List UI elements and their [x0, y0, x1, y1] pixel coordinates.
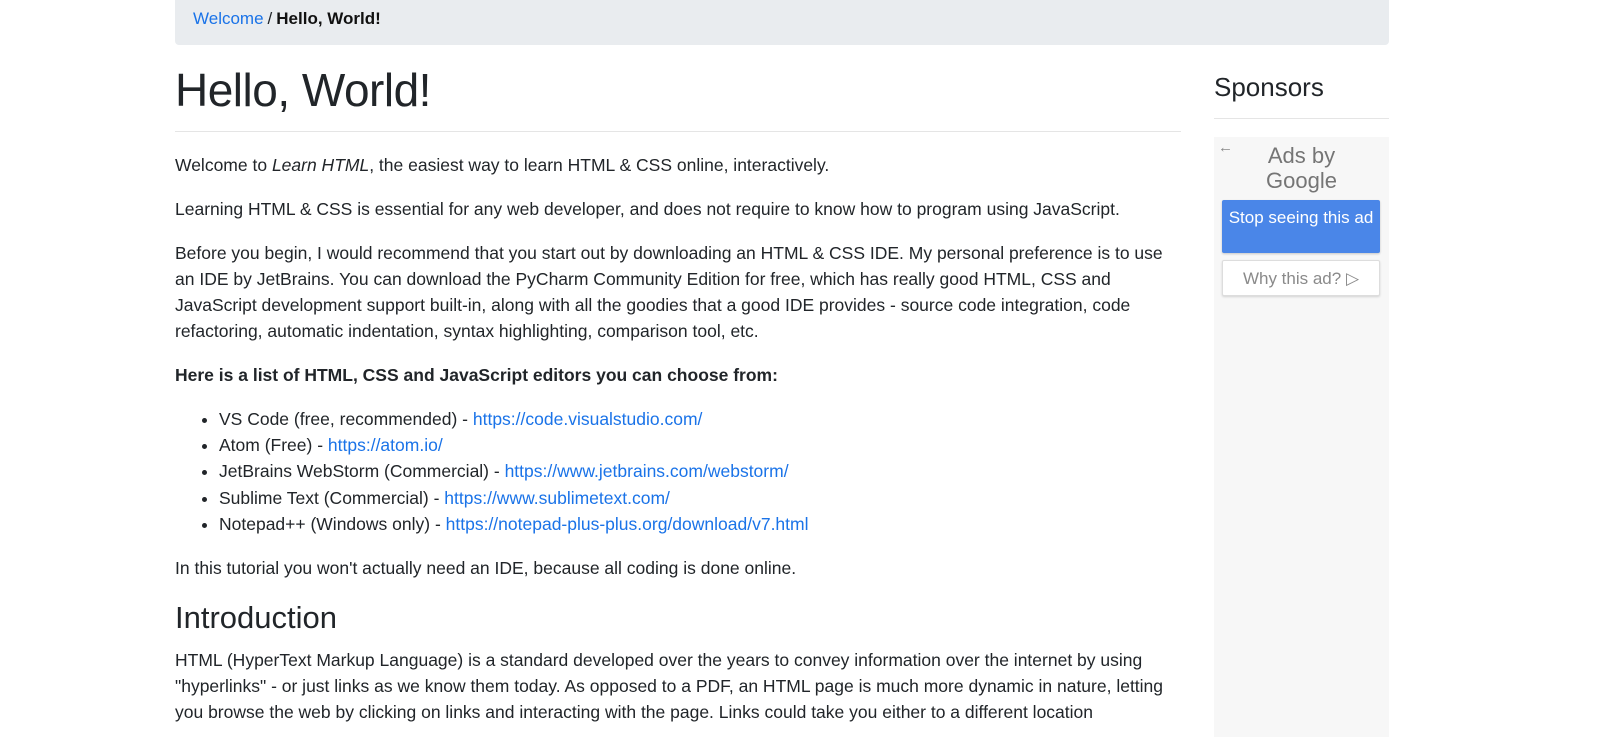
intro-suffix: , the easiest way to learn HTML & CSS on…	[369, 155, 830, 175]
sponsors-title: Sponsors	[1214, 60, 1389, 119]
paragraph-essential: Learning HTML & CSS is essential for any…	[175, 199, 1120, 219]
intro-emphasis: Learn HTML	[271, 155, 370, 175]
intro-paragraph: Welcome to Learn HTML, the easiest way t…	[175, 152, 1181, 178]
editor-link[interactable]: https://code.visualstudio.com/	[473, 409, 703, 429]
editor-name: VS Code (free, recommended) -	[219, 409, 473, 429]
intro-prefix: Welcome to	[175, 155, 272, 175]
breadcrumb-welcome-link[interactable]: Welcome	[193, 9, 264, 28]
breadcrumb-current: Hello, World!	[276, 9, 381, 28]
editor-link[interactable]: https://atom.io/	[328, 435, 443, 455]
page-title: Hello, World!	[175, 60, 1181, 132]
breadcrumb-separator: /	[267, 9, 273, 28]
stop-seeing-ad-button[interactable]: Stop seeing this ad	[1222, 200, 1380, 253]
editor-link[interactable]: https://www.jetbrains.com/webstorm/	[505, 461, 789, 481]
editors-list-heading: Here is a list of HTML, CSS and JavaScri…	[175, 362, 1181, 388]
editor-name: Notepad++ (Windows only) -	[219, 513, 446, 534]
list-item: Atom (Free) - https://atom.io/	[219, 432, 1181, 458]
arrow-left-icon[interactable]: ←	[1218, 139, 1233, 156]
ads-by-text: Ads by	[1267, 143, 1336, 168]
article-body: Welcome to Learn HTML, the easiest way t…	[175, 152, 1181, 725]
section-title-introduction: Introduction	[175, 600, 337, 636]
why-this-ad-button[interactable]: Why this ad? ▷	[1222, 260, 1380, 296]
list-item: JetBrains WebStorm (Commercial) - https:…	[219, 458, 1181, 484]
sidebar: Sponsors ← Ads by Google Stop seeing thi…	[1214, 60, 1389, 737]
breadcrumb: Welcome / Hello, World!	[175, 0, 1389, 45]
list-item: Notepad++ (Windows only) - https://notep…	[219, 511, 1181, 537]
google-text: Google	[1266, 168, 1337, 193]
editor-name: Sublime Text (Commercial) -	[219, 487, 445, 508]
why-this-ad-label: Why this ad?	[1242, 269, 1342, 288]
editor-name: Atom (Free) -	[219, 435, 328, 456]
editor-link[interactable]: https://notepad-plus-plus.org/download/v…	[446, 514, 809, 534]
editors-list-heading-text: Here is a list of HTML, CSS and JavaScri…	[175, 365, 778, 385]
adchoices-icon: ▷	[1345, 269, 1360, 288]
editors-list: VS Code (free, recommended) - https://co…	[175, 406, 1181, 537]
main-content: Hello, World! Welcome to Learn HTML, the…	[175, 60, 1181, 743]
list-item: Sublime Text (Commercial) - https://www.…	[219, 485, 1181, 511]
editor-name: JetBrains WebStorm (Commercial) -	[219, 461, 505, 482]
paragraph-ide-recommendation: Before you begin, I would recommend that…	[175, 243, 1163, 341]
ads-by-google-label: Ads by Google	[1214, 137, 1389, 193]
list-item: VS Code (free, recommended) - https://co…	[219, 406, 1181, 432]
paragraph-no-ide: In this tutorial you won't actually need…	[175, 558, 797, 579]
paragraph-introduction: HTML (HyperText Markup Language) is a st…	[175, 650, 1164, 723]
ad-container: ← Ads by Google Stop seeing this ad Why …	[1214, 137, 1389, 737]
editor-link[interactable]: https://www.sublimetext.com/	[444, 488, 670, 508]
